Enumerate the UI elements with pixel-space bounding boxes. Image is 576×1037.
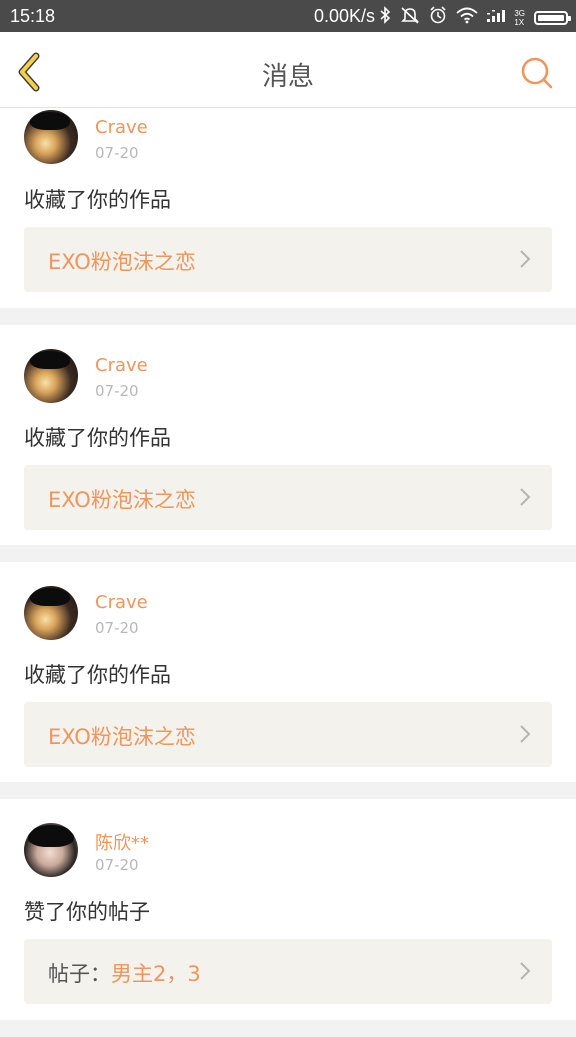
work-link[interactable]: EXO粉泡沫之恋	[24, 227, 552, 292]
post-link-prefix: 帖子：	[48, 962, 111, 986]
chevron-right-icon	[520, 488, 531, 506]
work-link-label: EXO粉泡沫之恋	[48, 484, 196, 514]
username[interactable]: Crave	[95, 117, 148, 138]
avatar[interactable]	[24, 823, 78, 877]
wifi-icon	[456, 6, 478, 30]
post-link[interactable]: 帖子：男主2，3	[24, 939, 552, 1004]
username[interactable]: Crave	[95, 592, 148, 613]
chevron-right-icon	[520, 250, 531, 268]
network-top: 3G	[514, 9, 525, 18]
post-link-title: 男主2，3	[111, 962, 201, 986]
work-link-title: EXO粉泡沫之恋	[48, 725, 196, 749]
signal-icon	[487, 7, 509, 29]
search-button[interactable]	[520, 56, 554, 90]
battery-icon	[534, 11, 571, 25]
message-card: Crave 07-20 收藏了你的作品 EXO粉泡沫之恋	[0, 325, 576, 545]
work-link-title: EXO粉泡沫之恋	[48, 488, 196, 512]
search-icon	[521, 57, 553, 89]
work-link-label: EXO粉泡沫之恋	[48, 246, 196, 276]
work-link[interactable]: EXO粉泡沫之恋	[24, 702, 552, 767]
message-date: 07-20	[95, 382, 139, 400]
message-date: 07-20	[95, 619, 139, 637]
avatar[interactable]	[24, 110, 78, 164]
work-link-title: EXO粉泡沫之恋	[48, 250, 196, 274]
network-type: 3G 1X	[514, 9, 525, 27]
avatar[interactable]	[24, 586, 78, 640]
username[interactable]: Crave	[95, 355, 148, 376]
header-bar: 消息	[0, 32, 576, 108]
status-speed: 0.00K/s	[314, 6, 376, 26]
message-card: Crave 07-20 收藏了你的作品 EXO粉泡沫之恋	[0, 108, 576, 308]
message-action: 收藏了你的作品	[24, 188, 171, 212]
message-action: 收藏了你的作品	[24, 663, 171, 687]
work-link[interactable]: EXO粉泡沫之恋	[24, 465, 552, 530]
message-action: 收藏了你的作品	[24, 426, 171, 450]
message-date: 07-20	[95, 144, 139, 162]
alarm-icon	[429, 6, 447, 30]
message-list: Crave 07-20 收藏了你的作品 EXO粉泡沫之恋 Crave 07-20…	[0, 108, 576, 1037]
avatar[interactable]	[24, 349, 78, 403]
status-icons: 3G 1X	[379, 6, 571, 30]
message-card: 陈欣** 07-20 赞了你的帖子 帖子：男主2，3	[0, 799, 576, 1020]
message-card: Crave 07-20 收藏了你的作品 EXO粉泡沫之恋	[0, 562, 576, 782]
message-date: 07-20	[95, 856, 139, 874]
chevron-right-icon	[520, 725, 531, 743]
status-time: 15:18	[10, 6, 56, 26]
network-bottom: 1X	[514, 18, 525, 27]
post-link-label: 帖子：男主2，3	[48, 958, 201, 988]
status-bar: 15:18 0.00K/s 3G 1X	[0, 0, 576, 32]
chevron-right-icon	[520, 962, 531, 980]
mute-icon	[400, 6, 420, 30]
username[interactable]: 陈欣**	[95, 829, 149, 855]
bluetooth-icon	[379, 6, 391, 30]
page-title: 消息	[261, 62, 314, 92]
message-action: 赞了你的帖子	[24, 900, 150, 924]
work-link-label: EXO粉泡沫之恋	[48, 721, 196, 751]
